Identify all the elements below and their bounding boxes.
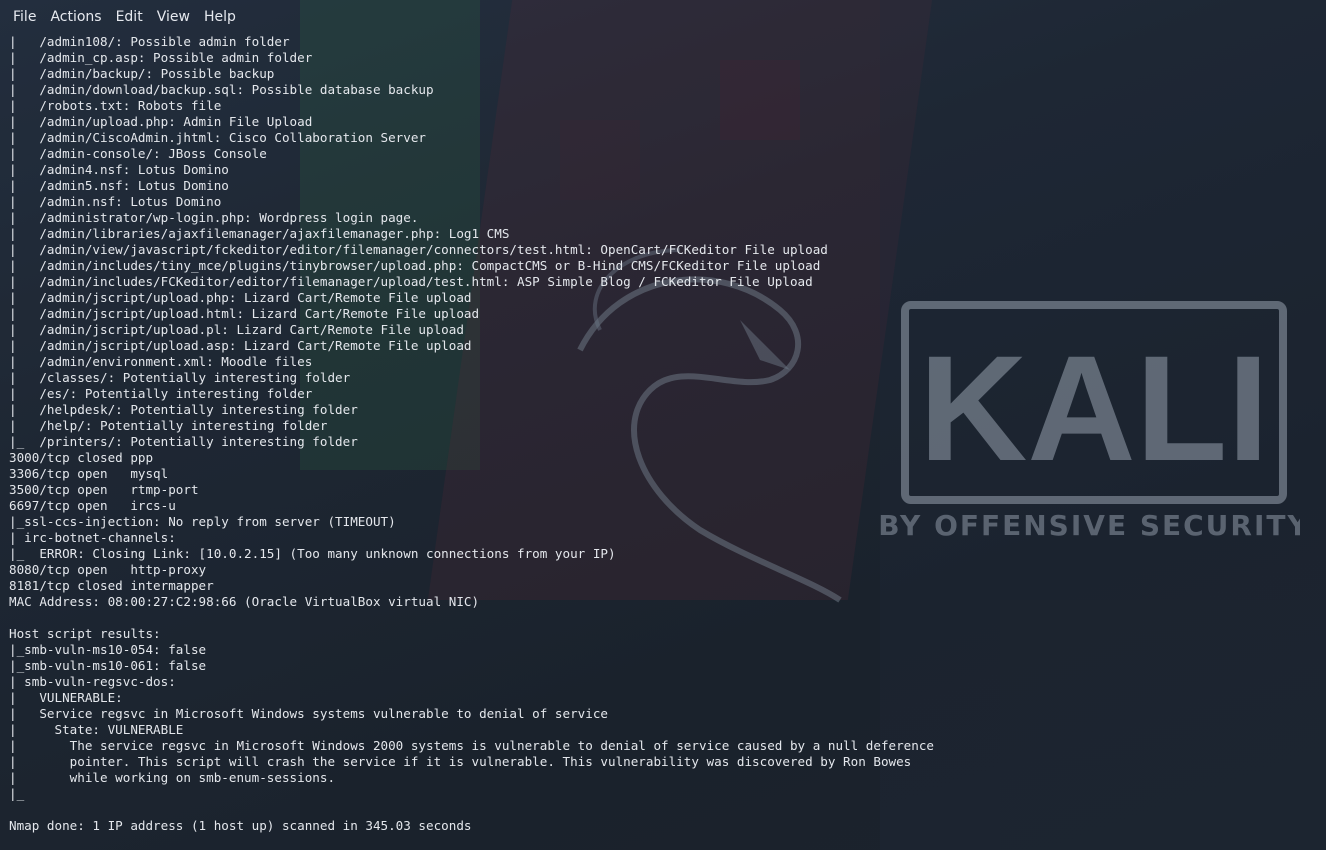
desktop: KALI BY OFFENSIVE SECURITY File Actions …: [0, 0, 1326, 850]
terminal-line: | /admin_cp.asp: Possible admin folder: [9, 50, 313, 65]
terminal-line: 3500/tcp open rtmp-port: [9, 482, 199, 497]
terminal-line: | pointer. This script will crash the se…: [9, 754, 912, 769]
terminal-line: | /admin108/: Possible admin folder: [9, 34, 290, 49]
terminal-line: | while working on smb-enum-sessions.: [9, 770, 336, 785]
menu-help[interactable]: Help: [197, 0, 243, 34]
terminal-line: | /admin/backup/: Possible backup: [9, 66, 275, 81]
terminal-line: | The service regsvc in Microsoft Window…: [9, 738, 935, 753]
terminal-line: | /admin/view/javascript/fckeditor/edito…: [9, 242, 828, 257]
terminal-line: | /admin/download/backup.sql: Possible d…: [9, 82, 434, 97]
terminal-line: |_ /printers/: Potentially interesting f…: [9, 434, 358, 449]
menu-view[interactable]: View: [150, 0, 197, 34]
terminal-line: | /admin4.nsf: Lotus Domino: [9, 162, 229, 177]
terminal-line: | /help/: Potentially interesting folder: [9, 418, 328, 433]
terminal-line: | /admin/libraries/ajaxfilemanager/ajaxf…: [9, 226, 510, 241]
terminal-line: |_ssl-ccs-injection: No reply from serve…: [9, 514, 396, 529]
terminal-menubar: File Actions Edit View Help: [0, 0, 1326, 34]
terminal-line: | /admin5.nsf: Lotus Domino: [9, 178, 229, 193]
terminal-line: | /admin/jscript/upload.asp: Lizard Cart…: [9, 338, 472, 353]
terminal-line: | /admin/environment.xml: Moodle files: [9, 354, 313, 369]
terminal-line: | /classes/: Potentially interesting fol…: [9, 370, 351, 385]
terminal-line: | Service regsvc in Microsoft Windows sy…: [9, 706, 608, 721]
terminal-line: | /admin/upload.php: Admin File Upload: [9, 114, 313, 129]
terminal-line: 3000/tcp closed ppp: [9, 450, 154, 465]
terminal-line: | /admin/jscript/upload.pl: Lizard Cart/…: [9, 322, 464, 337]
terminal-output[interactable]: | /admin108/: Possible admin folder | /a…: [9, 34, 1309, 846]
terminal-line: 3306/tcp open mysql: [9, 466, 169, 481]
terminal-line: 6697/tcp open ircs-u: [9, 498, 176, 513]
terminal-line: | /administrator/wp-login.php: Wordpress…: [9, 210, 419, 225]
menu-edit[interactable]: Edit: [109, 0, 150, 34]
terminal-line: Nmap done: 1 IP address (1 host up) scan…: [9, 818, 472, 833]
terminal-line: | /admin/jscript/upload.php: Lizard Cart…: [9, 290, 472, 305]
menu-actions[interactable]: Actions: [43, 0, 108, 34]
terminal-line: |_smb-vuln-ms10-054: false: [9, 642, 207, 657]
menu-file[interactable]: File: [6, 0, 43, 34]
terminal-line: | VULNERABLE:: [9, 690, 123, 705]
terminal-line: | /robots.txt: Robots file: [9, 98, 222, 113]
terminal-line: | /admin/includes/FCKeditor/editor/filem…: [9, 274, 813, 289]
terminal-line: | irc-botnet-channels:: [9, 530, 176, 545]
terminal-line: | /es/: Potentially interesting folder: [9, 386, 313, 401]
terminal-line: 8080/tcp open http-proxy: [9, 562, 207, 577]
terminal-line: |_smb-vuln-ms10-061: false: [9, 658, 207, 673]
terminal-line: Host script results:: [9, 626, 161, 641]
terminal-line: | State: VULNERABLE: [9, 722, 184, 737]
terminal-line: | /admin-console/: JBoss Console: [9, 146, 267, 161]
terminal-line: 8181/tcp closed intermapper: [9, 578, 214, 593]
terminal-line: |_: [9, 786, 25, 801]
terminal-line: | /admin/jscript/upload.html: Lizard Car…: [9, 306, 480, 321]
terminal-line: | /helpdesk/: Potentially interesting fo…: [9, 402, 358, 417]
terminal-line: | /admin/includes/tiny_mce/plugins/tinyb…: [9, 258, 821, 273]
terminal-line: | smb-vuln-regsvc-dos:: [9, 674, 176, 689]
terminal-line: MAC Address: 08:00:27:C2:98:66 (Oracle V…: [9, 594, 480, 609]
terminal-line: | /admin/CiscoAdmin.jhtml: Cisco Collabo…: [9, 130, 427, 145]
terminal-line: |_ ERROR: Closing Link: [10.0.2.15] (Too…: [9, 546, 616, 561]
terminal-line: | /admin.nsf: Lotus Domino: [9, 194, 222, 209]
